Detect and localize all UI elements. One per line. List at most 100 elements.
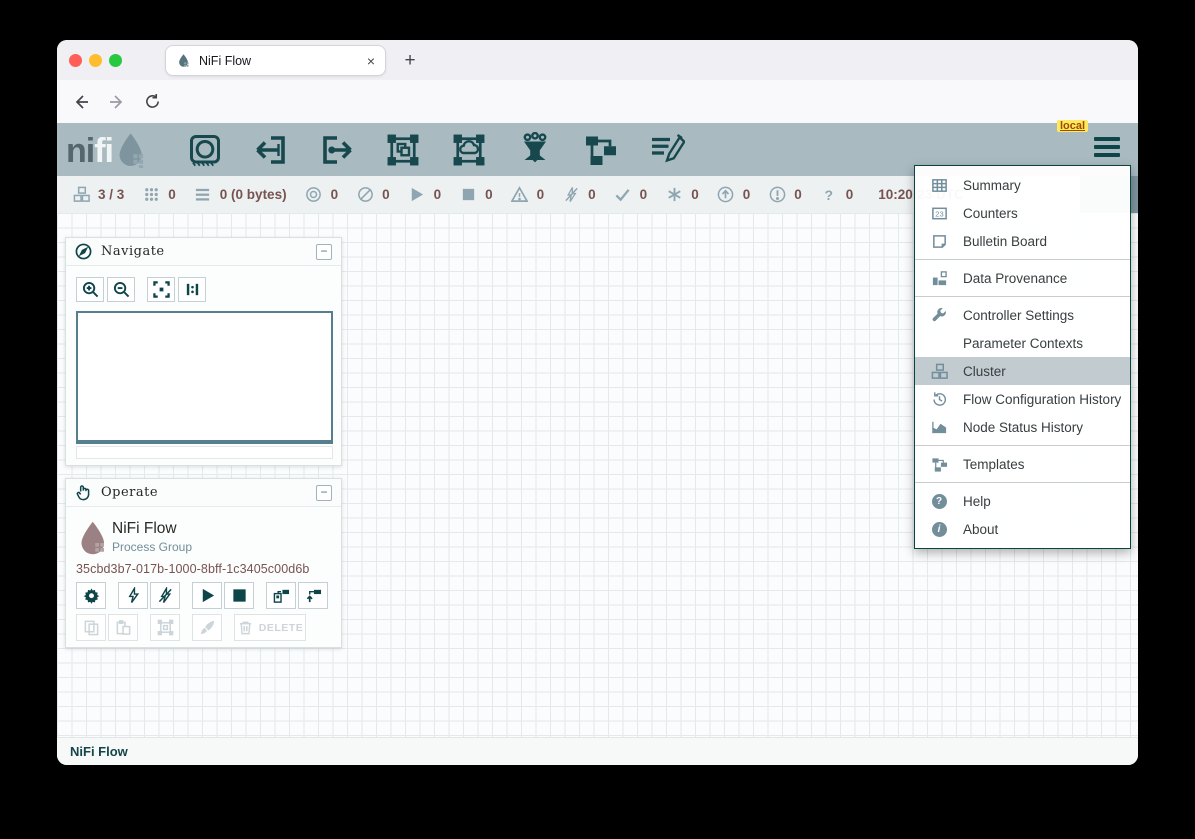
up-to-date-icon	[613, 185, 633, 205]
forward-button[interactable]	[103, 88, 130, 115]
menu-item-cluster[interactable]: Cluster	[915, 357, 1130, 385]
menu-item-help[interactable]: ?Help	[915, 487, 1130, 515]
menu-item-counters[interactable]: 23Counters	[915, 199, 1130, 227]
paste-button[interactable]	[108, 614, 138, 641]
group-button[interactable]	[150, 614, 180, 641]
node-status-icon	[929, 418, 949, 436]
enable-button[interactable]	[118, 582, 148, 609]
zoom-out-button[interactable]	[107, 277, 135, 302]
nifi-drop-icon	[115, 132, 149, 168]
delete-button[interactable]: DELETE	[234, 614, 306, 641]
selected-component-id[interactable]: 35cbd3b7-017b-1000-8bff-1c3405c00d6b	[76, 562, 309, 576]
cluster-icon	[71, 185, 91, 205]
zoom-fit-button[interactable]	[147, 277, 175, 302]
sync-failure-icon: ?	[819, 185, 839, 205]
breadcrumb[interactable]: NiFi Flow	[70, 744, 128, 759]
global-menu-button[interactable]	[1094, 137, 1120, 157]
birdseye-brush[interactable]	[76, 446, 333, 459]
zoom-window-button[interactable]	[109, 54, 122, 67]
processor-icon[interactable]	[185, 130, 225, 170]
menu-item-parameter-contexts[interactable]: Parameter Contexts	[915, 329, 1130, 357]
browser-tab-bar: NiFi Flow × +	[57, 40, 1138, 80]
navigate-panel-header[interactable]: Navigate −	[66, 238, 341, 266]
zoom-in-button[interactable]	[76, 277, 104, 302]
save-template-button[interactable]	[266, 582, 296, 609]
fill-color-button[interactable]	[192, 614, 222, 641]
not-transmitting-icon	[355, 185, 375, 205]
browser-window: NiFi Flow × + 192.168.40.11:8080/nifi/	[57, 40, 1138, 765]
navigate-title: Navigate	[101, 244, 316, 259]
help-icon: ?	[929, 492, 949, 510]
status-cluster: 3 / 3	[71, 185, 124, 205]
menu-item-templates[interactable]: Templates	[915, 450, 1130, 478]
menu-item-controller-settings[interactable]: Controller Settings	[915, 301, 1130, 329]
stop-button[interactable]	[224, 582, 254, 609]
queued-icon	[193, 185, 213, 205]
status-stale: 0	[716, 185, 751, 205]
bulletin-icon	[929, 232, 949, 250]
back-button[interactable]	[67, 88, 94, 115]
process-group-drop-icon	[79, 519, 109, 557]
status-not-transmitting: 0	[355, 185, 390, 205]
operate-title: Operate	[101, 485, 316, 500]
template-icon	[929, 455, 949, 473]
stopped-icon	[458, 185, 478, 205]
collapse-navigate-button[interactable]: −	[316, 244, 332, 260]
hand-icon	[75, 484, 92, 501]
disable-button[interactable]	[150, 582, 180, 609]
nifi-logo: nifi	[66, 132, 149, 168]
input-port-icon[interactable]	[251, 130, 291, 170]
minimize-window-button[interactable]	[89, 54, 102, 67]
status-locally-modified-stale: 0	[767, 185, 802, 205]
menu-item-node-status-history[interactable]: Node Status History	[915, 413, 1130, 441]
reload-button[interactable]	[139, 88, 166, 115]
provenance-icon	[929, 269, 949, 287]
selected-component-type: Process Group	[112, 540, 192, 554]
svg-text:23: 23	[935, 209, 943, 218]
upload-template-button[interactable]	[298, 582, 328, 609]
menu-divider	[915, 296, 1130, 297]
about-icon: i	[929, 520, 949, 538]
tab-close-icon[interactable]: ×	[367, 53, 375, 69]
status-transmitting: 0	[304, 185, 339, 205]
status-up-to-date: 0	[613, 185, 648, 205]
status-stopped: 0	[458, 185, 493, 205]
operate-panel-header[interactable]: Operate −	[66, 479, 341, 507]
summary-icon	[929, 176, 949, 194]
menu-item-data-provenance[interactable]: Data Provenance	[915, 264, 1130, 292]
close-window-button[interactable]	[69, 54, 82, 67]
navigate-panel: Navigate −	[65, 237, 342, 466]
disabled-icon	[561, 185, 581, 205]
status-locally-modified: 0	[664, 185, 699, 205]
global-menu: Summary23CountersBulletin Board Data Prov…	[914, 165, 1131, 549]
locally-modified-icon	[664, 185, 684, 205]
menu-item-summary[interactable]: Summary	[915, 171, 1130, 199]
invalid-icon	[510, 185, 530, 205]
operate-panel: Operate − NiFi Flow Process Group 35cbd3…	[65, 478, 342, 648]
logo-text-ni: ni	[66, 134, 94, 168]
output-port-icon[interactable]	[317, 130, 357, 170]
label-icon[interactable]	[647, 130, 687, 170]
configuration-button[interactable]	[76, 582, 106, 609]
history-icon	[929, 390, 949, 408]
browser-tab[interactable]: NiFi Flow ×	[165, 45, 386, 76]
collapse-operate-button[interactable]: −	[316, 485, 332, 501]
template-icon[interactable]	[581, 130, 621, 170]
status-invalid: 0	[510, 185, 545, 205]
remote-process-group-icon[interactable]	[449, 130, 489, 170]
process-group-icon[interactable]	[383, 130, 423, 170]
new-tab-button[interactable]: +	[397, 48, 423, 74]
menu-item-flow-configuration-history[interactable]: Flow Configuration History	[915, 385, 1130, 413]
running-icon	[407, 185, 427, 205]
menu-item-about[interactable]: iAbout	[915, 515, 1130, 543]
birdseye-map[interactable]	[76, 311, 333, 444]
menu-item-bulletin-board[interactable]: Bulletin Board	[915, 227, 1130, 255]
zoom-actual-button[interactable]	[178, 277, 206, 302]
compass-icon	[75, 243, 92, 260]
start-button[interactable]	[192, 582, 222, 609]
copy-button[interactable]	[76, 614, 106, 641]
funnel-icon[interactable]	[515, 130, 555, 170]
cluster-icon	[929, 362, 949, 380]
stale-icon	[716, 185, 736, 205]
locally-modified-stale-icon	[767, 185, 787, 205]
